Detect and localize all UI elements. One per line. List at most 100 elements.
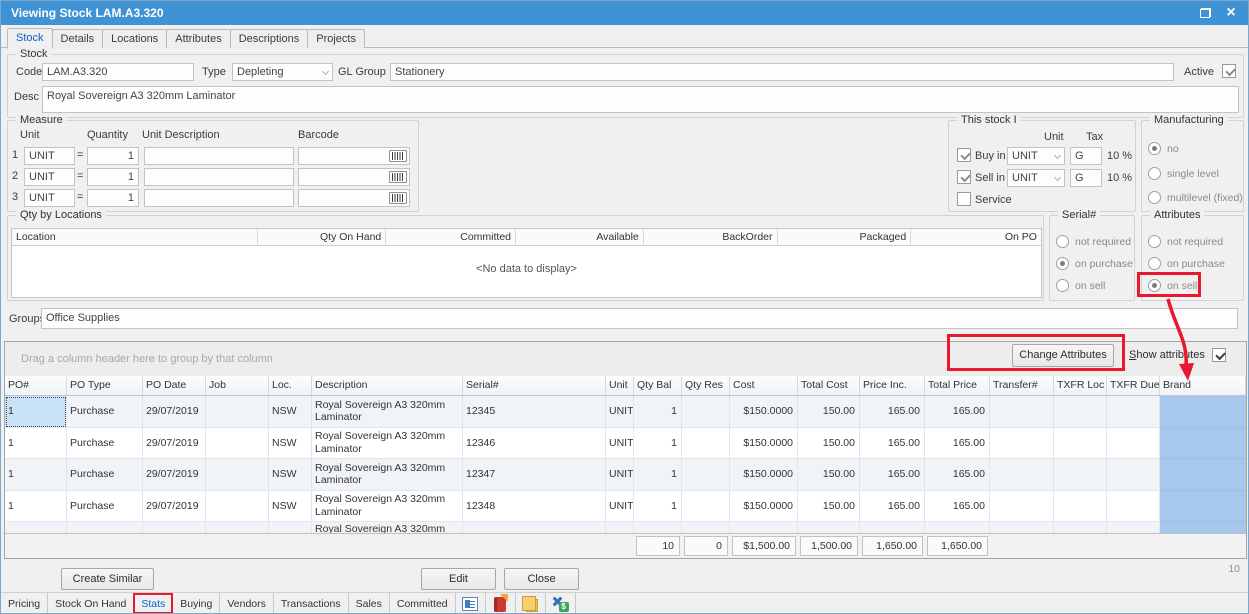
- edit-button[interactable]: Edit: [421, 568, 496, 590]
- measure-barcode-field[interactable]: [298, 168, 410, 186]
- bottom-tab-stock-on-hand[interactable]: Stock On Hand: [48, 593, 134, 614]
- buy-unit-dropdown[interactable]: UNIT: [1007, 147, 1065, 165]
- qtyloc-col-packaged[interactable]: Packaged: [778, 229, 912, 246]
- grid-cell-txfr_due[interactable]: [1107, 428, 1160, 460]
- attributes-option-not-required[interactable]: not required: [1148, 235, 1241, 249]
- grid-col-po-date[interactable]: PO Date: [143, 376, 206, 395]
- measure-quantity-field[interactable]: 1: [87, 189, 139, 207]
- tab-attributes[interactable]: Attributes: [166, 29, 230, 48]
- grid-cell-po_date[interactable]: 29/07/2019: [143, 428, 206, 460]
- grid-cell-description[interactable]: Royal Sovereign A3 320mm Laminator: [312, 428, 463, 460]
- change-attributes-button[interactable]: Change Attributes: [1012, 344, 1114, 367]
- show-attributes-checkbox[interactable]: [1212, 348, 1226, 362]
- grid-cell-po_date[interactable]: 29/07/2019: [143, 459, 206, 491]
- bottom-toolbar-button-journal-icon[interactable]: [486, 593, 516, 614]
- grid-cell-description[interactable]: Royal Sovereign A3 320mm Laminator: [312, 459, 463, 491]
- grid-cell-cost[interactable]: $150.0000: [730, 491, 798, 523]
- bottom-tab-vendors[interactable]: Vendors: [220, 593, 274, 614]
- grid-cell-price_inc[interactable]: 165.00: [860, 396, 925, 428]
- grid-col-brand[interactable]: Brand: [1160, 376, 1246, 395]
- grid-cell-txfr_due[interactable]: [1107, 522, 1160, 533]
- active-checkbox[interactable]: [1222, 64, 1236, 78]
- bottom-tab-committed[interactable]: Committed: [390, 593, 456, 614]
- type-dropdown[interactable]: Depleting: [232, 63, 333, 81]
- grid-cell-qty_res[interactable]: [682, 396, 730, 428]
- grid-cell-cost[interactable]: [730, 522, 798, 533]
- grid-cell-po_type[interactable]: Purchase: [67, 491, 143, 523]
- grid-col-po[interactable]: PO#: [5, 376, 67, 395]
- serial-option-not-required[interactable]: not required: [1056, 235, 1133, 249]
- desc-field[interactable]: Royal Sovereign A3 320mm Laminator: [42, 86, 1239, 113]
- grid-cell-qty_res[interactable]: [682, 459, 730, 491]
- grid-cell-serial[interactable]: 12345: [463, 396, 606, 428]
- grid-cell-brand[interactable]: [1160, 459, 1246, 491]
- grid-col-qty-bal[interactable]: Qty Bal: [634, 376, 682, 395]
- tab-locations[interactable]: Locations: [102, 29, 167, 48]
- grid-cell-job[interactable]: [206, 491, 269, 523]
- grid-cell-po[interactable]: 1: [5, 428, 67, 460]
- grid-cell-brand[interactable]: [1160, 491, 1246, 523]
- grid-col-description[interactable]: Description: [312, 376, 463, 395]
- manufacturing-option-no[interactable]: no: [1148, 142, 1241, 156]
- measure-quantity-field[interactable]: 1: [87, 168, 139, 186]
- grid-cell-loc[interactable]: NSW: [269, 428, 312, 460]
- grid-cell-unit[interactable]: UNIT: [606, 396, 634, 428]
- grid-cell-price_inc[interactable]: 165.00: [860, 491, 925, 523]
- grid-cell-total_cost[interactable]: 150.00: [798, 396, 860, 428]
- grid-cell-loc[interactable]: NSW: [269, 491, 312, 523]
- close-window-button[interactable]: ×: [1220, 4, 1242, 22]
- manufacturing-option-multilevel-fixed[interactable]: multilevel (fixed): [1148, 191, 1241, 205]
- grid-cell-total_cost[interactable]: 150.00: [798, 459, 860, 491]
- group-by-bar[interactable]: Drag a column header here to group by th…: [5, 342, 1246, 376]
- grid-col-total-cost[interactable]: Total Cost: [798, 376, 860, 395]
- bottom-tab-sales[interactable]: Sales: [349, 593, 390, 614]
- grid-col-unit[interactable]: Unit: [606, 376, 634, 395]
- grid-cell-qty_bal[interactable]: 1: [634, 396, 682, 428]
- barcode-icon[interactable]: [389, 192, 407, 204]
- qtyloc-col-location[interactable]: Location: [12, 229, 258, 246]
- grid-cell-txfr_due[interactable]: [1107, 396, 1160, 428]
- grid-cell-txfr_loc[interactable]: [1054, 396, 1107, 428]
- grid-cell-cost[interactable]: $150.0000: [730, 459, 798, 491]
- grid-cell-qty_bal[interactable]: 1: [634, 428, 682, 460]
- grid-cell-serial[interactable]: [463, 522, 606, 533]
- bottom-toolbar-button-copy-documents-icon[interactable]: [516, 593, 546, 614]
- grid-cell-txfr_loc[interactable]: [1054, 491, 1107, 523]
- grid-cell-job[interactable]: [206, 459, 269, 491]
- sell-unit-dropdown[interactable]: UNIT: [1007, 169, 1065, 187]
- grid-col-po-type[interactable]: PO Type: [67, 376, 143, 395]
- code-field[interactable]: LAM.A3.320: [42, 63, 194, 81]
- grid-col-qty-res[interactable]: Qty Res: [682, 376, 730, 395]
- serial-option-on-purchase[interactable]: on purchase: [1056, 257, 1133, 271]
- grid-cell-po_type[interactable]: [67, 522, 143, 533]
- grid-cell-job[interactable]: [206, 428, 269, 460]
- bottom-toolbar-button-report-icon[interactable]: [456, 593, 486, 614]
- bottom-tab-stats[interactable]: Stats: [134, 593, 173, 614]
- measure-description-field[interactable]: [144, 147, 294, 165]
- restore-window-button[interactable]: [1194, 4, 1216, 22]
- grid-col-txfr-due[interactable]: TXFR Due: [1107, 376, 1160, 395]
- grid-cell-transfer[interactable]: [990, 428, 1054, 460]
- qtyloc-col-backorder[interactable]: BackOrder: [644, 229, 778, 246]
- qtyloc-col-committed[interactable]: Committed: [386, 229, 516, 246]
- barcode-icon[interactable]: [389, 150, 407, 162]
- grid-cell-brand[interactable]: [1160, 396, 1246, 428]
- measure-unit-field[interactable]: UNIT: [24, 189, 75, 207]
- grid-col-loc[interactable]: Loc.: [269, 376, 312, 395]
- tab-details[interactable]: Details: [52, 29, 104, 48]
- grid-cell-description[interactable]: Royal Sovereign A3 320mm Laminator: [312, 491, 463, 523]
- grid-col-txfr-loc[interactable]: TXFR Loc: [1054, 376, 1107, 395]
- grid-cell-unit[interactable]: UNIT: [606, 491, 634, 523]
- manufacturing-option-single-level[interactable]: single level: [1148, 167, 1241, 181]
- measure-barcode-field[interactable]: [298, 147, 410, 165]
- grid-cell-price_inc[interactable]: 165.00: [860, 459, 925, 491]
- grid-cell-txfr_loc[interactable]: [1054, 459, 1107, 491]
- grid-cell-transfer[interactable]: [990, 459, 1054, 491]
- grid-cell-total_price[interactable]: 165.00: [925, 491, 990, 523]
- grid-cell-po_type[interactable]: Purchase: [67, 459, 143, 491]
- grid-cell-total_cost[interactable]: 150.00: [798, 428, 860, 460]
- qtyloc-col-available[interactable]: Available: [516, 229, 644, 246]
- bottom-tab-buying[interactable]: Buying: [173, 593, 220, 614]
- barcode-icon[interactable]: [389, 171, 407, 183]
- grid-cell-loc[interactable]: NSW: [269, 396, 312, 428]
